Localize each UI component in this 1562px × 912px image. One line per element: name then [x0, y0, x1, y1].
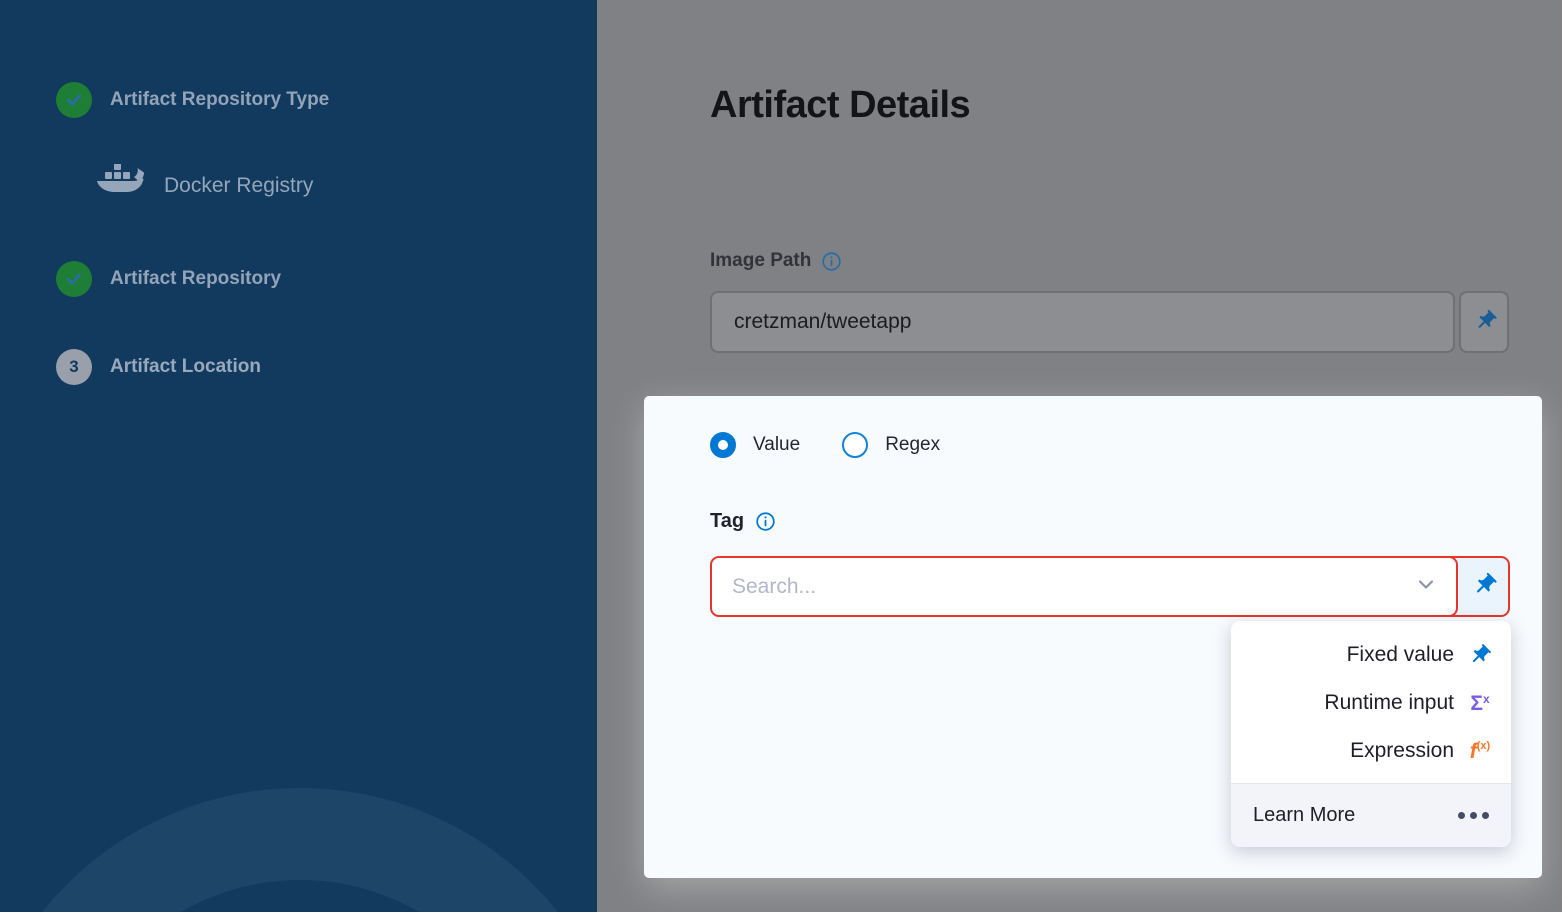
menu-item-runtime-input[interactable]: Runtime input Σx [1249, 679, 1493, 727]
step-complete-check-icon [56, 82, 92, 118]
image-path-field [710, 291, 1455, 353]
value-type-menu: Fixed value Runtime input Σx Expression [1231, 621, 1511, 847]
image-path-input[interactable] [712, 310, 1453, 334]
pin-icon [1463, 566, 1503, 606]
tag-label: Tag [710, 510, 744, 533]
step-label: Artifact Location [110, 356, 261, 378]
substep-label: Docker Registry [164, 174, 313, 198]
artifact-wizard-screen: Artifact Repository Type Docker Registry… [0, 0, 1562, 912]
tag-select-field [710, 556, 1458, 617]
image-path-label: Image Path [710, 250, 811, 272]
sigma-icon: Σx [1467, 693, 1493, 714]
image-path-label-row: Image Path [710, 250, 842, 272]
step-label: Artifact Repository Type [110, 89, 329, 111]
pin-icon [1462, 637, 1497, 672]
info-icon[interactable] [755, 511, 776, 532]
more-options-icon [1458, 812, 1489, 819]
sidebar-step-artifact-repository[interactable]: Artifact Repository [56, 261, 281, 297]
pin-icon [1465, 303, 1502, 340]
docker-whale-icon [94, 164, 146, 209]
tag-select-group [710, 556, 1510, 617]
sidebar-step-artifact-repository-type[interactable]: Artifact Repository Type [56, 82, 329, 118]
page-title: Artifact Details [710, 84, 970, 127]
radio-unselected-icon [842, 432, 868, 458]
tag-search-input[interactable] [712, 575, 1414, 599]
wizard-sidebar: Artifact Repository Type Docker Registry… [0, 0, 597, 912]
tag-spotlight-panel: Value Regex Tag [644, 396, 1542, 878]
learn-more-link[interactable]: Learn More [1253, 804, 1355, 827]
tag-mode-radio-group: Value Regex [710, 432, 940, 458]
step-complete-check-icon [56, 261, 92, 297]
chevron-down-icon[interactable] [1414, 572, 1438, 601]
decorative-arc [0, 788, 597, 912]
sidebar-substep-docker-registry[interactable]: Docker Registry [94, 164, 313, 208]
step-label: Artifact Repository [110, 268, 281, 290]
sidebar-step-artifact-location[interactable]: 3 Artifact Location [56, 349, 261, 385]
artifact-details-pane: Artifact Details Image Path [597, 0, 1562, 912]
menu-footer-learn-more[interactable]: Learn More [1231, 783, 1511, 847]
info-icon[interactable] [821, 251, 842, 272]
tag-label-row: Tag [710, 510, 776, 533]
radio-regex[interactable]: Regex [842, 432, 940, 458]
fx-icon: f(x) [1467, 741, 1493, 762]
image-path-pin-button[interactable] [1459, 291, 1509, 353]
value-type-menu-items: Fixed value Runtime input Σx Expression [1231, 621, 1511, 783]
menu-item-fixed-value[interactable]: Fixed value [1249, 631, 1493, 679]
menu-item-expression[interactable]: Expression f(x) [1249, 727, 1493, 775]
radio-selected-icon [710, 432, 736, 458]
radio-value[interactable]: Value [710, 432, 800, 458]
step-number-badge: 3 [56, 349, 92, 385]
